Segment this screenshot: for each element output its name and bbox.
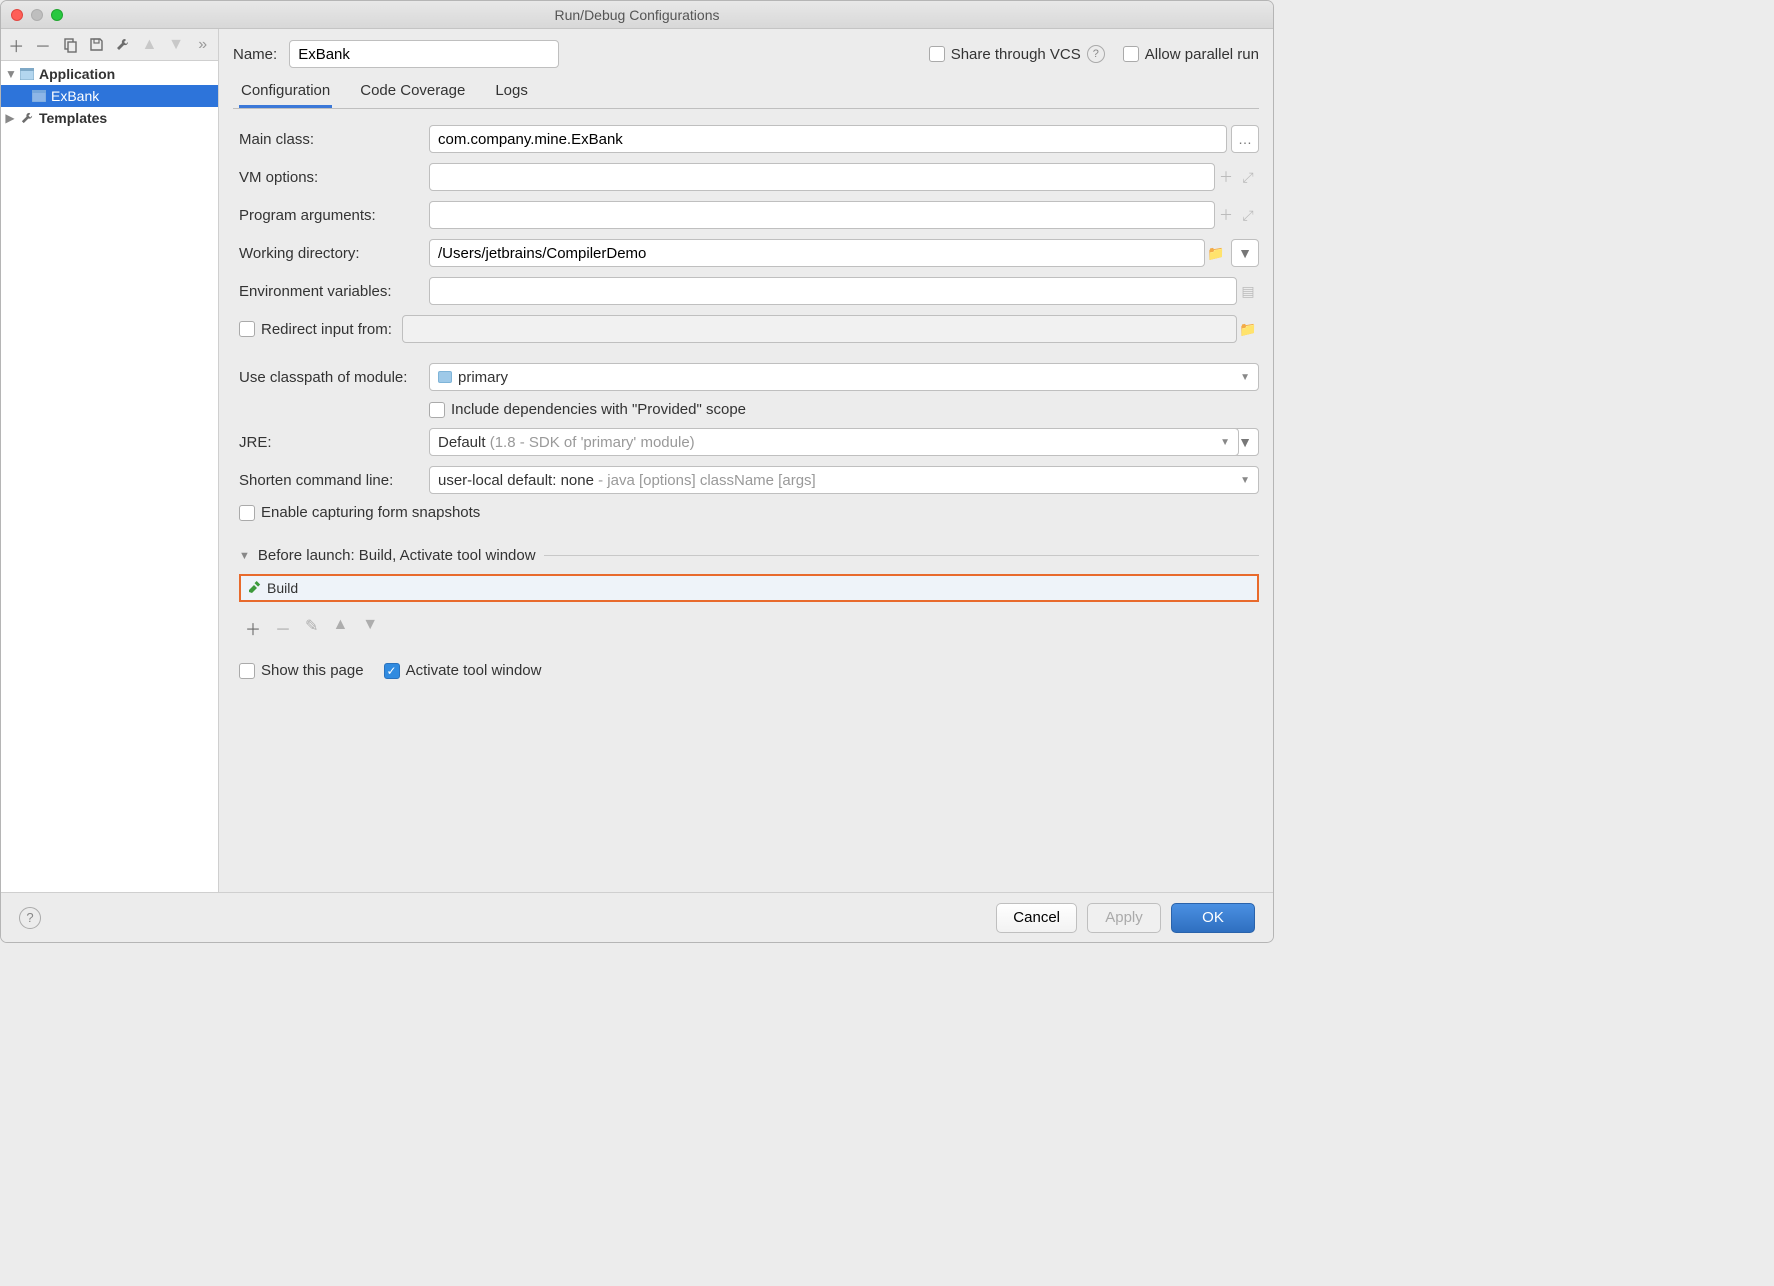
tree-node-exbank[interactable]: ExBank xyxy=(1,85,218,107)
hammer-icon xyxy=(247,581,261,595)
tree-label: ExBank xyxy=(51,88,99,104)
include-provided-checkbox[interactable]: Include dependencies with "Provided" sco… xyxy=(429,401,746,418)
wrench-icon[interactable] xyxy=(114,35,133,55)
remove-task-icon[interactable]: － xyxy=(275,616,291,640)
save-icon[interactable] xyxy=(87,35,106,55)
configurations-tree: ▼ Application ExBank ▶ xyxy=(1,61,218,892)
name-label: Name: xyxy=(233,46,277,63)
shorten-label: Shorten command line: xyxy=(239,472,419,489)
classpath-label: Use classpath of module: xyxy=(239,369,419,386)
move-up-icon[interactable]: ▲ xyxy=(332,616,348,640)
main-class-input[interactable] xyxy=(429,125,1227,153)
tree-node-templates[interactable]: ▶ Templates xyxy=(1,107,218,129)
tree-node-application[interactable]: ▼ Application xyxy=(1,63,218,85)
titlebar: Run/Debug Configurations xyxy=(1,1,1273,29)
move-up-icon[interactable]: ▲ xyxy=(140,35,159,55)
edit-task-icon[interactable]: ✎ xyxy=(305,616,318,640)
apply-button[interactable]: Apply xyxy=(1087,903,1161,933)
window-title: Run/Debug Configurations xyxy=(11,7,1263,23)
expand-icon[interactable]: ▼ xyxy=(5,67,15,81)
add-task-icon[interactable]: ＋ xyxy=(245,616,261,640)
program-arguments-input[interactable] xyxy=(429,201,1215,229)
activate-tool-window-checkbox[interactable]: ✓ Activate tool window xyxy=(384,662,542,679)
name-input[interactable] xyxy=(289,40,559,68)
move-down-icon[interactable]: ▼ xyxy=(362,616,378,640)
env-variables-input[interactable] xyxy=(429,277,1237,305)
allow-parallel-run-checkbox[interactable]: Allow parallel run xyxy=(1123,46,1259,63)
configuration-panel: Name: Share through VCS ? Allow parallel… xyxy=(219,29,1273,892)
classpath-combo[interactable]: primary xyxy=(429,363,1259,391)
working-directory-label: Working directory: xyxy=(239,245,419,262)
folder-icon[interactable]: 📁 xyxy=(1205,245,1227,262)
share-through-vcs-checkbox[interactable]: Share through VCS ? xyxy=(929,45,1105,63)
jre-combo[interactable]: Default (1.8 - SDK of 'primary' module) xyxy=(429,428,1239,456)
remove-icon[interactable]: － xyxy=(34,35,53,55)
folder-icon: 📁 xyxy=(1237,321,1259,338)
application-icon xyxy=(31,88,47,104)
cancel-button[interactable]: Cancel xyxy=(996,903,1077,933)
tree-label: Application xyxy=(39,66,115,82)
zoom-icon[interactable] xyxy=(51,9,63,21)
help-icon[interactable]: ? xyxy=(1087,45,1105,63)
main-class-label: Main class: xyxy=(239,131,419,148)
dropdown-button[interactable]: ▼ xyxy=(1231,239,1259,267)
insert-macro-icon[interactable]: ＋ xyxy=(1215,167,1237,187)
browse-class-button[interactable]: … xyxy=(1231,125,1259,153)
ok-button[interactable]: OK xyxy=(1171,903,1255,933)
tree-label: Templates xyxy=(39,110,107,126)
tab-logs[interactable]: Logs xyxy=(493,76,530,108)
run-debug-configurations-dialog: Run/Debug Configurations ＋ － ▲ ▼ » xyxy=(0,0,1274,943)
move-down-icon[interactable]: ▼ xyxy=(167,35,186,55)
window-controls xyxy=(11,9,63,21)
redirect-input-checkbox[interactable]: Redirect input from: xyxy=(239,321,392,338)
jre-label: JRE: xyxy=(239,434,419,451)
collapse-icon[interactable]: ▼ xyxy=(239,550,250,562)
expand-icon[interactable]: ▶ xyxy=(5,111,15,125)
copy-icon[interactable] xyxy=(60,35,79,55)
show-this-page-checkbox[interactable]: Show this page xyxy=(239,662,364,679)
shorten-command-line-combo[interactable]: user-local default: none - java [options… xyxy=(429,466,1259,494)
wrench-icon xyxy=(19,110,35,126)
tab-code-coverage[interactable]: Code Coverage xyxy=(358,76,467,108)
vm-options-input[interactable] xyxy=(429,163,1215,191)
checkbox-checked-icon: ✓ xyxy=(384,663,400,679)
program-arguments-label: Program arguments: xyxy=(239,207,419,224)
before-launch-header[interactable]: ▼ Before launch: Build, Activate tool wi… xyxy=(239,547,1259,564)
tabs: Configuration Code Coverage Logs xyxy=(233,77,1259,109)
add-icon[interactable]: ＋ xyxy=(7,35,26,55)
tab-configuration[interactable]: Configuration xyxy=(239,76,332,108)
help-button[interactable]: ? xyxy=(19,907,41,929)
more-icon[interactable]: » xyxy=(193,35,212,55)
configurations-sidebar: ＋ － ▲ ▼ » ▼ xyxy=(1,29,219,892)
insert-macro-icon[interactable]: ＋ xyxy=(1215,205,1237,225)
sidebar-toolbar: ＋ － ▲ ▼ » xyxy=(1,29,218,61)
working-directory-input[interactable] xyxy=(429,239,1205,267)
application-icon xyxy=(19,66,35,82)
minimize-icon[interactable] xyxy=(31,9,43,21)
before-launch-toolbar: ＋ － ✎ ▲ ▼ xyxy=(239,612,1259,644)
list-icon[interactable]: ▤ xyxy=(1237,283,1259,300)
redirect-input-field xyxy=(402,315,1237,343)
enable-capture-snapshots-checkbox[interactable]: Enable capturing form snapshots xyxy=(239,504,480,521)
vm-options-label: VM options: xyxy=(239,169,419,186)
dialog-footer: ? Cancel Apply OK xyxy=(1,892,1273,942)
expand-field-icon[interactable]: ⤢ xyxy=(1237,169,1259,186)
env-variables-label: Environment variables: xyxy=(239,283,419,300)
before-launch-task-build[interactable]: Build xyxy=(239,574,1259,602)
close-icon[interactable] xyxy=(11,9,23,21)
expand-field-icon[interactable]: ⤢ xyxy=(1237,207,1259,224)
module-icon xyxy=(438,371,452,383)
